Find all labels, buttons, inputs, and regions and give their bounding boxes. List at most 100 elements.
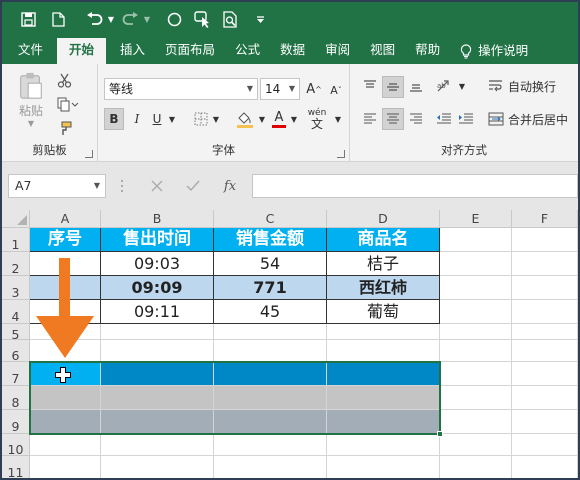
- empty-cell[interactable]: [440, 324, 512, 340]
- undo-icon[interactable]: [82, 7, 106, 31]
- chevron-down-icon[interactable]: [248, 7, 272, 31]
- empty-cell[interactable]: [440, 386, 512, 410]
- borders-icon[interactable]: [192, 110, 210, 128]
- table-cell[interactable]: 54: [214, 252, 327, 276]
- font-color-dropdown-icon[interactable]: ▼: [288, 108, 300, 130]
- fill-handle[interactable]: [437, 431, 443, 437]
- row-header-8[interactable]: 8: [2, 386, 30, 410]
- empty-cell[interactable]: [440, 228, 512, 252]
- empty-cell[interactable]: [440, 276, 512, 300]
- align-middle-icon[interactable]: [382, 76, 404, 98]
- empty-cell[interactable]: [512, 252, 578, 276]
- new-file-icon[interactable]: [46, 7, 70, 31]
- tab-data[interactable]: 数据: [270, 38, 315, 64]
- orientation-icon[interactable]: ab: [434, 76, 456, 96]
- filled-cell[interactable]: [214, 386, 327, 410]
- row-header-4[interactable]: 4: [2, 300, 30, 324]
- underline-dropdown-icon[interactable]: ▼: [166, 108, 178, 130]
- empty-cell[interactable]: [327, 324, 440, 340]
- wrap-text-button[interactable]: 自动换行: [488, 76, 576, 96]
- undo-dropdown-icon[interactable]: ▼: [106, 7, 116, 31]
- column-header-a[interactable]: A: [30, 210, 101, 228]
- empty-cell[interactable]: [440, 340, 512, 362]
- column-header-f[interactable]: F: [512, 210, 578, 228]
- table-cell[interactable]: 09:11: [101, 300, 214, 324]
- save-icon[interactable]: [16, 7, 40, 31]
- phonetic-button[interactable]: wén 文: [304, 106, 330, 132]
- header-cell-product[interactable]: 商品名: [327, 228, 440, 252]
- row-header-9[interactable]: 9: [2, 410, 30, 434]
- header-cell-serial[interactable]: 序号: [30, 228, 101, 252]
- empty-cell[interactable]: [327, 456, 440, 478]
- tab-help[interactable]: 帮助: [405, 38, 450, 64]
- fill-color-dropdown-icon[interactable]: ▼: [256, 108, 268, 130]
- scissors-icon[interactable]: [54, 70, 74, 90]
- empty-cell[interactable]: [30, 456, 101, 478]
- empty-cell[interactable]: [512, 362, 578, 386]
- tab-review[interactable]: 审阅: [315, 38, 360, 64]
- fill-color-icon[interactable]: [234, 108, 256, 130]
- row-header-10[interactable]: 10: [2, 434, 30, 457]
- formula-input[interactable]: [252, 174, 578, 198]
- filled-cell[interactable]: [327, 410, 440, 434]
- orientation-dropdown-icon[interactable]: ▼: [456, 76, 468, 96]
- row-header-1[interactable]: 1: [2, 228, 30, 252]
- tab-file[interactable]: 文件: [2, 38, 53, 64]
- empty-cell[interactable]: [440, 362, 512, 386]
- row-header-6[interactable]: 6: [2, 340, 30, 363]
- empty-cell[interactable]: [214, 456, 327, 478]
- column-header-d[interactable]: D: [327, 210, 440, 228]
- tab-view[interactable]: 视图: [360, 38, 405, 64]
- empty-cell[interactable]: [440, 456, 512, 478]
- filled-cell[interactable]: [101, 386, 214, 410]
- name-box[interactable]: A7 ▼: [8, 174, 106, 198]
- table-cell[interactable]: 09:09: [101, 276, 214, 300]
- filled-cell[interactable]: [30, 386, 101, 410]
- align-top-icon[interactable]: [360, 76, 380, 96]
- empty-cell[interactable]: [101, 340, 214, 362]
- column-header-b[interactable]: B: [101, 210, 214, 228]
- filled-cell[interactable]: [327, 386, 440, 410]
- select-pointer-icon[interactable]: [190, 7, 214, 31]
- grow-font-button[interactable]: A ^: [304, 78, 324, 100]
- empty-cell[interactable]: [512, 456, 578, 478]
- table-cell[interactable]: 桔子: [327, 252, 440, 276]
- shrink-font-button[interactable]: Aˇ: [326, 80, 346, 100]
- filled-cell[interactable]: [30, 410, 101, 434]
- empty-cell[interactable]: [512, 300, 578, 324]
- paste-button[interactable]: 粘贴 ▼: [12, 72, 50, 128]
- column-header-c[interactable]: C: [214, 210, 327, 228]
- filled-cell[interactable]: [214, 410, 327, 434]
- empty-cell[interactable]: [101, 324, 214, 340]
- tab-insert[interactable]: 插入: [110, 38, 155, 64]
- row-header-11[interactable]: 11: [2, 456, 30, 478]
- print-preview-icon[interactable]: [218, 7, 242, 31]
- table-cell[interactable]: 西红柿: [327, 276, 440, 300]
- empty-cell[interactable]: [440, 410, 512, 434]
- filled-cell[interactable]: [327, 362, 440, 386]
- select-all-corner[interactable]: [2, 210, 30, 228]
- empty-cell[interactable]: [512, 324, 578, 340]
- align-center-icon[interactable]: [382, 108, 404, 130]
- table-cell[interactable]: 45: [214, 300, 327, 324]
- table-cell[interactable]: 葡萄: [327, 300, 440, 324]
- header-cell-sale-time[interactable]: 售出时间: [101, 228, 214, 252]
- empty-cell[interactable]: [512, 340, 578, 362]
- empty-cell[interactable]: [512, 410, 578, 434]
- font-launcher-icon[interactable]: [337, 150, 345, 158]
- copy-icon[interactable]: [54, 94, 82, 114]
- row-header-2[interactable]: 2: [2, 252, 30, 276]
- row-header-5[interactable]: 5: [2, 324, 30, 342]
- empty-cell[interactable]: [440, 300, 512, 324]
- empty-cell[interactable]: [440, 434, 512, 456]
- filled-cell[interactable]: [101, 410, 214, 434]
- table-cell[interactable]: 771: [214, 276, 327, 300]
- empty-cell[interactable]: [512, 228, 578, 252]
- bold-button[interactable]: B: [104, 108, 124, 130]
- tab-formulas[interactable]: 公式: [225, 38, 270, 64]
- borders-dropdown-icon[interactable]: ▼: [210, 108, 222, 130]
- enter-icon[interactable]: [182, 176, 204, 196]
- font-size-select[interactable]: 14 ▼: [260, 78, 300, 100]
- cancel-icon[interactable]: [146, 176, 168, 196]
- align-left-icon[interactable]: [360, 108, 380, 130]
